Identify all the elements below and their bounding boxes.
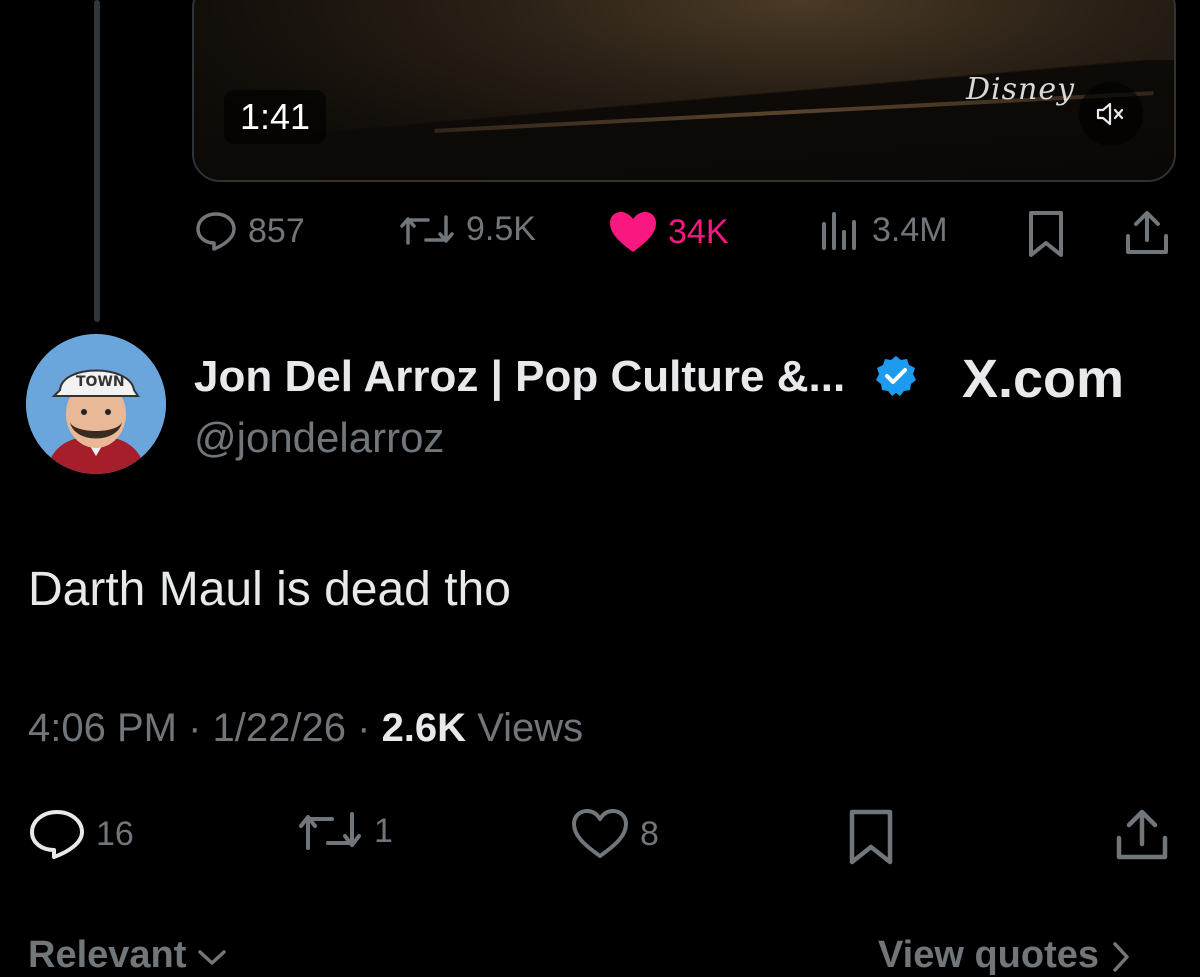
analytics-icon (822, 212, 856, 250)
chevron-right-icon (1112, 942, 1129, 972)
bookmark-icon (1029, 211, 1063, 257)
chevron-down-icon (198, 950, 226, 965)
share-icon (1126, 211, 1168, 254)
tweet-metadata: 4:06 PM · 1/22/26 · 2.6K Views (28, 706, 583, 751)
share-button[interactable] (1114, 808, 1170, 862)
tweet-date[interactable]: 1/22/26 (213, 706, 346, 750)
tweet-time[interactable]: 4:06 PM (28, 706, 177, 750)
svg-text:TOWN: TOWN (76, 374, 125, 390)
like-count: 34K (668, 212, 729, 251)
share-icon (1116, 809, 1168, 860)
reply-button[interactable]: 857 (194, 210, 305, 252)
reply-button[interactable]: 16 (28, 808, 134, 860)
avatar[interactable]: TOWN (26, 334, 166, 474)
reply-icon (196, 212, 236, 251)
bookmark-button[interactable] (1026, 210, 1066, 258)
repost-button[interactable]: 9.5K (398, 210, 536, 249)
reply-count: 16 (96, 814, 134, 853)
share-button[interactable] (1124, 210, 1170, 256)
video-player[interactable]: 1:41 Disney (192, 0, 1176, 182)
repost-icon (400, 214, 454, 245)
verified-badge (874, 354, 918, 403)
author-handle[interactable]: @jondelarroz (194, 414, 444, 462)
avatar-cartoon-image: TOWN (26, 334, 166, 474)
repost-count: 9.5K (466, 210, 536, 248)
mute-button[interactable] (1079, 82, 1143, 146)
heart-outline-icon (572, 809, 628, 858)
like-button[interactable]: 34K (608, 210, 729, 254)
verified-check-icon (876, 356, 916, 396)
meta-separator: · (188, 706, 213, 750)
view-quotes-link[interactable]: View quotes (878, 934, 1132, 977)
bookmark-button[interactable] (846, 808, 896, 866)
tweet-views-label: Views (477, 706, 584, 750)
tweet-views-count: 2.6K (381, 706, 467, 750)
sort-label: Relevant (28, 934, 187, 976)
view-quotes-label: View quotes (878, 934, 1100, 976)
repost-count: 1 (374, 811, 393, 850)
source-label: X.com (962, 349, 1125, 409)
author-display-name[interactable]: Jon Del Arroz | Pop Culture &... (194, 352, 845, 402)
like-button[interactable]: 8 (570, 808, 659, 860)
repost-button[interactable]: 1 (296, 808, 393, 854)
views-button[interactable]: 3.4M (818, 210, 948, 250)
bookmark-icon (849, 809, 893, 865)
replies-sort-dropdown[interactable]: Relevant (28, 934, 227, 977)
heart-filled-icon (610, 212, 656, 252)
tweet-text: Darth Maul is dead tho (28, 563, 511, 616)
views-count: 3.4M (872, 210, 948, 249)
repost-icon (299, 812, 361, 850)
video-duration-badge: 1:41 (224, 90, 327, 144)
reply-icon (30, 810, 84, 859)
speaker-muted-icon (1096, 102, 1124, 126)
thread-connector-line (94, 0, 100, 322)
like-count: 8 (640, 814, 659, 853)
meta-separator: · (357, 706, 382, 750)
reply-count: 857 (248, 211, 305, 250)
disney-watermark: Disney (966, 72, 1076, 107)
